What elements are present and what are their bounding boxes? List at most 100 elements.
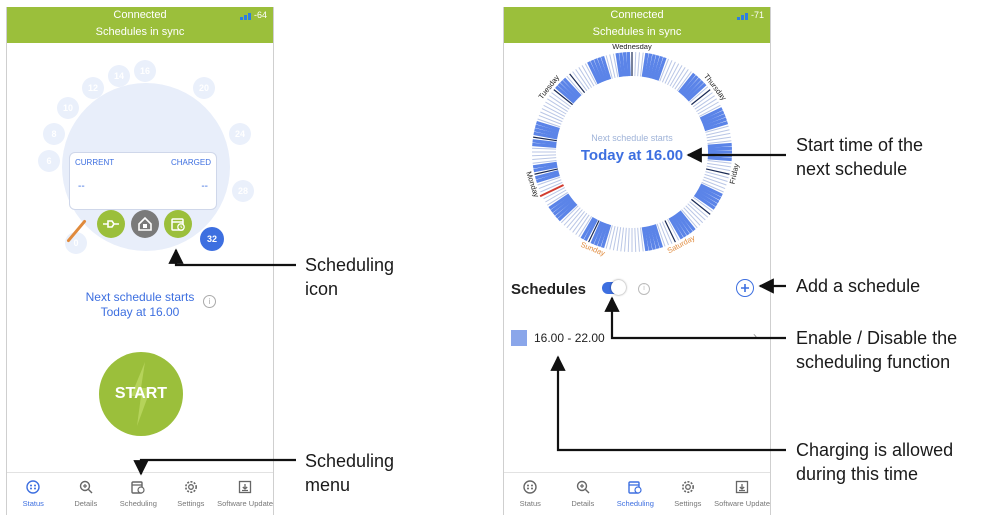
connection-status: Connected bbox=[113, 9, 167, 21]
sync-status: Schedules in sync bbox=[592, 26, 682, 38]
dial-hour-12: 12 bbox=[82, 77, 104, 99]
annotation-scheduling-icon: Scheduling icon bbox=[305, 253, 394, 301]
gear-icon bbox=[681, 481, 694, 493]
ring-hour-segment bbox=[622, 52, 628, 77]
annotation-line: Add a schedule bbox=[796, 276, 921, 296]
tab-software-update[interactable]: Software Update bbox=[714, 473, 770, 515]
schedule-list-item[interactable]: 16.00 - 22.00 › bbox=[509, 327, 763, 349]
tab-scheduling-label: Scheduling bbox=[119, 499, 157, 508]
dial-hour-6: 6 bbox=[38, 150, 60, 172]
connection-status: Connected bbox=[610, 9, 664, 21]
tab-settings-label: Settings bbox=[674, 499, 702, 508]
ring-hour-segment bbox=[624, 227, 627, 252]
annotation-enable-disable: Enable / Disable the scheduling function bbox=[796, 326, 957, 374]
ring-hour-segment bbox=[704, 173, 728, 182]
tab-details[interactable]: Details bbox=[60, 473, 113, 515]
tab-details-label: Details bbox=[74, 499, 98, 508]
tab-status[interactable]: Status bbox=[7, 473, 60, 515]
next-schedule-time: Today at 16.00 bbox=[580, 147, 684, 164]
annotation-scheduling-menu: Scheduling menu bbox=[305, 449, 394, 497]
ring-hour-segment bbox=[620, 227, 624, 252]
dial-hour-24: 24 bbox=[229, 123, 251, 145]
tab-settings-label: Settings bbox=[177, 499, 205, 508]
dial-hour-8: 8 bbox=[43, 123, 65, 145]
tab-scheduling[interactable]: Scheduling bbox=[609, 473, 662, 515]
tab-details[interactable]: Details bbox=[557, 473, 610, 515]
signal-value: -64 bbox=[253, 10, 267, 20]
add-schedule-button[interactable] bbox=[736, 279, 754, 297]
charged-label: CHARGED bbox=[170, 158, 211, 167]
download-icon bbox=[238, 480, 252, 494]
ring-hour-segment bbox=[569, 211, 586, 231]
scheduling-icon[interactable] bbox=[164, 210, 192, 238]
ring-hour-segment bbox=[616, 227, 622, 251]
right-phone-screen: Connected Schedules in sync -71 Wednesda… bbox=[503, 7, 771, 515]
signal-strength-icon: -64 bbox=[239, 10, 267, 20]
annotation-line: icon bbox=[305, 279, 339, 299]
status-icon bbox=[26, 480, 40, 494]
annotation-line: scheduling function bbox=[796, 352, 951, 372]
info-icon[interactable]: i bbox=[203, 295, 216, 308]
download-icon bbox=[735, 480, 749, 494]
annotation-line: next schedule bbox=[796, 159, 908, 179]
annotation-line: menu bbox=[305, 475, 351, 495]
ring-hour-segment bbox=[572, 212, 588, 233]
ring-hour-segment bbox=[689, 201, 709, 218]
ring-hour-segment bbox=[637, 52, 640, 77]
annotation-start-time: Start time of the next schedule bbox=[796, 133, 923, 181]
annotation-add-schedule: Add a schedule bbox=[796, 274, 920, 298]
tab-software-update[interactable]: Software Update bbox=[217, 473, 273, 515]
tab-scheduling-label: Scheduling bbox=[616, 499, 654, 508]
connection-status-bar: Connected Schedules in sync -64 bbox=[7, 7, 273, 43]
connection-status-bar: Connected Schedules in sync -71 bbox=[504, 7, 770, 43]
next-schedule-time: Today at 16.00 bbox=[100, 305, 180, 319]
annotation-line: Charging is allowed bbox=[796, 440, 954, 460]
plug-connected-icon[interactable] bbox=[97, 210, 125, 238]
scheduling-toggle[interactable] bbox=[602, 280, 626, 295]
annotation-line: Enable / Disable the bbox=[796, 328, 958, 348]
sync-status: Schedules in sync bbox=[95, 26, 185, 38]
left-phone-screen: Connected Schedules in sync -64 16 14 12… bbox=[6, 7, 274, 515]
tab-settings[interactable]: Settings bbox=[662, 473, 715, 515]
schedule-time-range: 16.00 - 22.00 bbox=[534, 331, 605, 345]
ring-hour-segment bbox=[626, 52, 631, 77]
charged-value: -- bbox=[201, 181, 208, 192]
ring-hour-segment bbox=[705, 171, 729, 179]
next-schedule-text: Next schedule starts bbox=[85, 290, 195, 304]
annotation-line: during this time bbox=[796, 464, 919, 484]
annotation-line: Scheduling bbox=[305, 451, 395, 471]
dial-hour-10: 10 bbox=[57, 97, 79, 119]
bottom-tab-bar: Status Details Scheduling Settings Softw… bbox=[7, 472, 273, 515]
tab-software-update-label: Software Update bbox=[217, 499, 273, 508]
charging-info-card: CURRENT CHARGED -- -- bbox=[69, 152, 217, 210]
plus-icon bbox=[741, 284, 749, 292]
status-icon bbox=[523, 480, 537, 494]
chevron-right-icon: › bbox=[753, 329, 757, 343]
home-charger-icon[interactable] bbox=[131, 210, 159, 238]
info-icon[interactable]: i bbox=[638, 283, 650, 295]
tab-status[interactable]: Status bbox=[504, 473, 557, 515]
ring-hour-segment bbox=[637, 227, 640, 252]
current-label: CURRENT bbox=[75, 158, 115, 167]
signal-value: -71 bbox=[750, 10, 764, 20]
scheduling-menu-icon bbox=[131, 481, 145, 494]
dial-hour-14: 14 bbox=[108, 65, 130, 87]
annotation-charging-allowed: Charging is allowed during this time bbox=[796, 438, 953, 486]
ring-hour-segment bbox=[634, 227, 637, 252]
day-label-wednesday: Wednesday bbox=[612, 44, 652, 51]
annotation-line: Start time of the bbox=[796, 135, 924, 155]
start-button[interactable]: START bbox=[99, 352, 183, 436]
dial-hour-28: 28 bbox=[232, 180, 254, 202]
tab-status-label: Status bbox=[22, 499, 44, 508]
schedules-title: Schedules bbox=[511, 281, 587, 298]
tab-status-label: Status bbox=[519, 499, 541, 508]
tab-settings[interactable]: Settings bbox=[165, 473, 218, 515]
tab-details-label: Details bbox=[571, 499, 595, 508]
day-label-friday: Friday bbox=[728, 162, 740, 184]
ring-hour-segment bbox=[687, 203, 706, 221]
scheduling-menu-icon bbox=[628, 481, 642, 494]
tab-software-update-label: Software Update bbox=[714, 499, 770, 508]
dial-hour-16: 16 bbox=[134, 60, 156, 82]
current-value: -- bbox=[78, 181, 85, 192]
tab-scheduling[interactable]: Scheduling bbox=[112, 473, 165, 515]
